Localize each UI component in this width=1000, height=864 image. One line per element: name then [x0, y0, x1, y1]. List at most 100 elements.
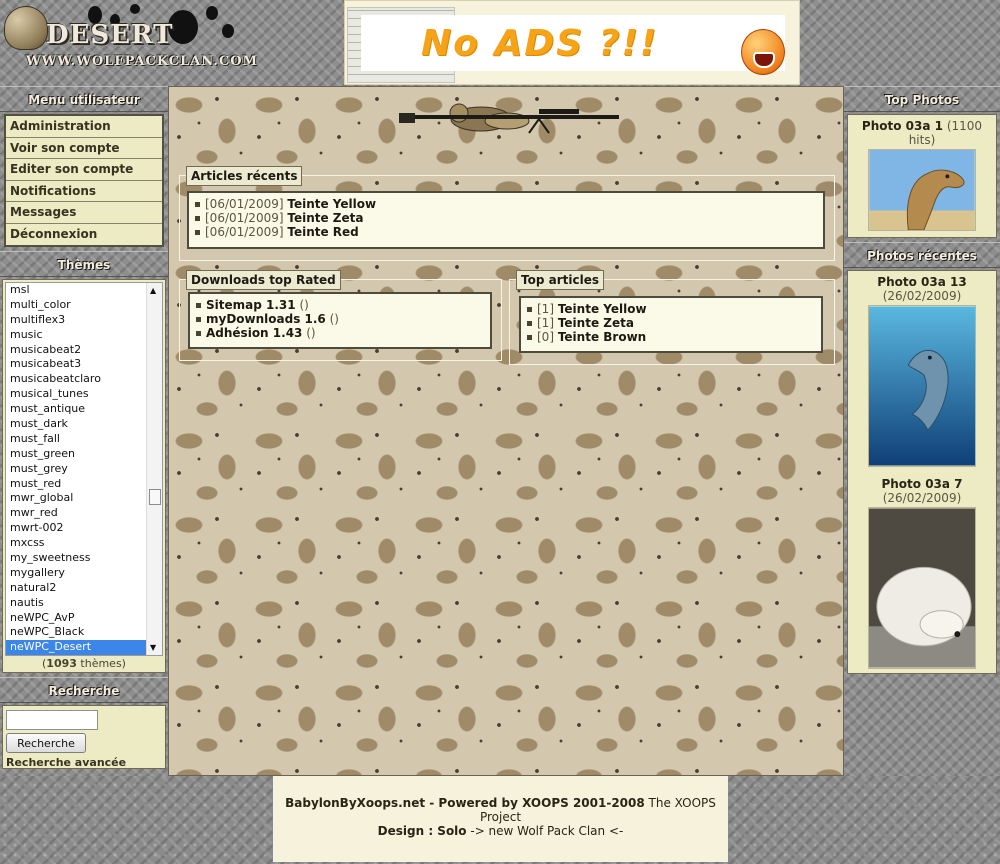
theme-option[interactable]: mwrt-002: [6, 521, 162, 536]
ad-banner-inner: No ADS ?!!: [361, 15, 785, 75]
top-photo-item: Photo 03a 1 (1100 hits): [847, 114, 997, 238]
theme-option[interactable]: musicabeat2: [6, 343, 162, 358]
advanced-search-link[interactable]: Recherche avancée: [6, 756, 162, 769]
search-input[interactable]: [6, 710, 98, 730]
camel-photo[interactable]: [868, 149, 976, 231]
theme-option[interactable]: must_green: [6, 447, 162, 462]
sniper-soldier-image: [399, 103, 619, 134]
header: DESERT WWW.WOLFPACKCLAN.COM No ADS ?!!: [0, 0, 1000, 86]
photo-name[interactable]: Photo 03a 13: [877, 275, 966, 289]
logo-url: WWW.WOLFPACKCLAN.COM: [26, 54, 259, 69]
list-item: Sitemap 1.31 (): [196, 298, 490, 312]
top-articles-list: [1] Teinte Yellow [1] Teinte Zeta [0] Te…: [519, 296, 823, 353]
theme-option[interactable]: mwr_global: [6, 491, 162, 506]
ad-banner[interactable]: No ADS ?!!: [344, 0, 800, 85]
site-logo[interactable]: DESERT WWW.WOLFPACKCLAN.COM: [0, 0, 257, 84]
paw-print-icon: [130, 4, 140, 14]
search-block: Recherche Recherche avancée: [2, 705, 166, 769]
downloads-top-rated-list: Sitemap 1.31 () myDownloads 1.6 () Adhés…: [188, 292, 492, 349]
downloads-top-rated-title: Downloads top Rated: [186, 270, 341, 290]
download-link[interactable]: Sitemap 1.31: [206, 298, 296, 312]
list-item: [06/01/2009] Teinte Zeta: [195, 211, 823, 225]
ad-banner-text: No ADS ?!!: [421, 23, 659, 64]
theme-option[interactable]: my_sweetness: [6, 551, 162, 566]
article-link[interactable]: Teinte Brown: [558, 330, 646, 344]
photo-name[interactable]: Photo 03a 1: [862, 119, 943, 133]
footer-design-credit: Design : Solo: [377, 824, 467, 838]
theme-option[interactable]: multi_color: [6, 298, 162, 313]
theme-option[interactable]: must_red: [6, 477, 162, 492]
theme-option[interactable]: musicabeatclaro: [6, 372, 162, 387]
scroll-up-arrow-icon[interactable]: ▲: [150, 286, 156, 295]
article-link[interactable]: Teinte Zeta: [287, 211, 363, 225]
top-photos-title: Top Photos: [844, 86, 1000, 112]
article-link[interactable]: Teinte Yellow: [287, 197, 376, 211]
paw-print-icon: [206, 6, 218, 20]
recent-photos-block: Photo 03a 13 (26/02/2009) Photo 03a 7 (2…: [847, 270, 997, 674]
main-content: Articles récents [06/01/2009] Teinte Yel…: [168, 86, 844, 776]
theme-option[interactable]: must_dark: [6, 417, 162, 432]
theme-option[interactable]: musical_tunes: [6, 387, 162, 402]
theme-option[interactable]: must_fall: [6, 432, 162, 447]
theme-option[interactable]: natural2: [6, 581, 162, 596]
logo-title: DESERT: [46, 20, 174, 50]
theme-select-list[interactable]: msl multi_color multiflex3 music musicabeat2…: [5, 282, 163, 656]
themes-block: msl multi_color multiflex3 music musicabeat2…: [2, 279, 166, 673]
left-column: Menu utilisateur Administration Voir son…: [0, 86, 168, 776]
list-item: [06/01/2009] Teinte Red: [195, 225, 823, 239]
article-link[interactable]: Teinte Red: [287, 225, 358, 239]
theme-count: (1093 thèmes): [42, 657, 126, 670]
footer: BabylonByXoops.net - Powered by XOOPS 20…: [273, 776, 728, 862]
theme-option[interactable]: msl: [6, 283, 162, 298]
user-menu-title: Menu utilisateur: [0, 86, 168, 112]
list-item: [1] Teinte Zeta: [527, 316, 821, 330]
theme-option[interactable]: neWPC_AvP: [6, 611, 162, 626]
search-title: Recherche: [0, 677, 168, 703]
theme-option[interactable]: must_grey: [6, 462, 162, 477]
dolphin-photo[interactable]: [868, 305, 976, 467]
photo-name[interactable]: Photo 03a 7: [881, 477, 962, 491]
theme-option[interactable]: music: [6, 328, 162, 343]
list-item: [0] Teinte Brown: [527, 330, 821, 344]
theme-option[interactable]: neWPC_Black: [6, 625, 162, 640]
recent-articles-title: Articles récents: [186, 166, 303, 186]
menu-item-edit-account[interactable]: Editer son compte: [6, 159, 162, 181]
list-item: [06/01/2009] Teinte Yellow: [195, 197, 823, 211]
list-item: Adhésion 1.43 (): [196, 326, 490, 340]
article-link[interactable]: Teinte Yellow: [558, 302, 647, 316]
right-column: Top Photos Photo 03a 1 (1100 hits) Photo…: [844, 86, 1000, 776]
search-button[interactable]: Recherche: [6, 733, 86, 753]
photo-meta: (26/02/2009): [882, 289, 962, 303]
photo-meta: (26/02/2009): [882, 491, 962, 505]
scrollbar-thumb[interactable]: [149, 489, 161, 505]
theme-list-scrollbar[interactable]: ▲ ▼: [146, 283, 162, 655]
list-item: [1] Teinte Yellow: [527, 302, 821, 316]
paw-print-icon: [222, 24, 234, 38]
footer-clan-link[interactable]: -> new Wolf Pack Clan <-: [467, 824, 623, 838]
theme-option[interactable]: mxcss: [6, 536, 162, 551]
theme-option[interactable]: mwr_red: [6, 506, 162, 521]
theme-option[interactable]: nautis: [6, 596, 162, 611]
theme-option[interactable]: multiflex3: [6, 313, 162, 328]
theme-option[interactable]: neWPC_Desert: [6, 640, 162, 655]
polar-bear-photo[interactable]: [868, 507, 976, 669]
menu-item-administration[interactable]: Administration: [6, 116, 162, 138]
recent-photos-title: Photos récentes: [844, 242, 1000, 268]
themes-title: Thèmes: [0, 251, 168, 277]
footer-powered-by: BabylonByXoops.net - Powered by XOOPS 20…: [285, 796, 645, 810]
menu-item-logout[interactable]: Déconnexion: [6, 223, 162, 245]
download-link[interactable]: Adhésion 1.43: [206, 326, 302, 340]
article-link[interactable]: Teinte Zeta: [558, 316, 634, 330]
download-link[interactable]: myDownloads 1.6: [206, 312, 326, 326]
menu-item-notifications[interactable]: Notifications: [6, 180, 162, 202]
recent-articles-list: [06/01/2009] Teinte Yellow [06/01/2009] …: [187, 191, 825, 249]
menu-item-view-account[interactable]: Voir son compte: [6, 137, 162, 159]
helmet-icon: [4, 6, 48, 50]
top-articles-title: Top articles: [516, 270, 604, 290]
shouting-smiley-icon: [741, 29, 785, 75]
theme-option[interactable]: must_antique: [6, 402, 162, 417]
scroll-down-arrow-icon[interactable]: ▼: [150, 643, 156, 652]
menu-item-messages[interactable]: Messages: [6, 202, 162, 224]
theme-option[interactable]: musicabeat3: [6, 357, 162, 372]
theme-option[interactable]: mygallery: [6, 566, 162, 581]
